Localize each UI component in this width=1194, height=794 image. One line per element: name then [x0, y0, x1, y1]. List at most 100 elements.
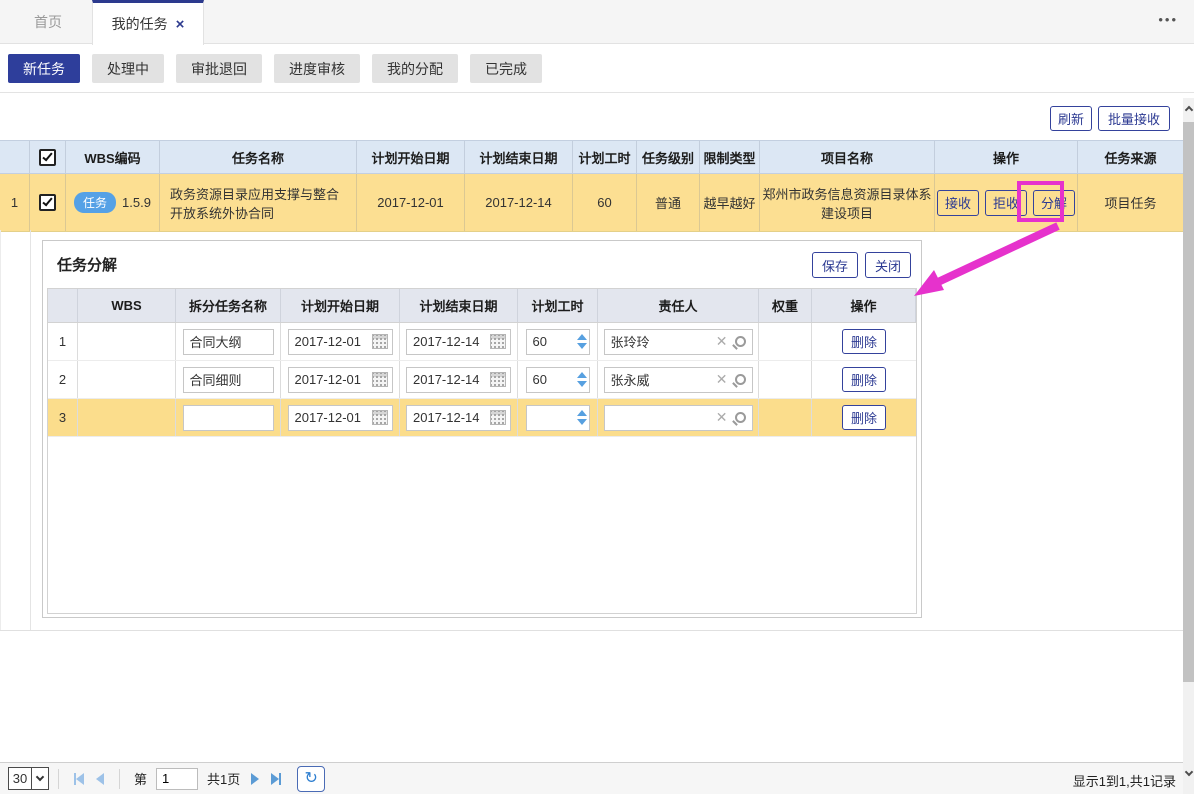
project-name-cell: 郑州市政务信息资源目录体系建设项目: [760, 174, 935, 231]
clear-icon[interactable]: ✕: [716, 371, 728, 388]
row-number: 1: [0, 174, 30, 231]
clear-icon[interactable]: ✕: [716, 333, 728, 350]
split-name-input[interactable]: [183, 329, 274, 355]
sub-row-number: 1: [48, 323, 78, 360]
chevron-down-icon: [31, 768, 48, 789]
more-menu-icon[interactable]: •••: [1158, 12, 1178, 27]
weight-cell: [759, 399, 812, 436]
delete-button[interactable]: 删除: [842, 405, 886, 430]
sub-row-number: 2: [48, 361, 78, 398]
header-plan-end: 计划结束日期: [465, 141, 573, 173]
decompose-table-header: WBS 拆分任务名称 计划开始日期 计划结束日期 计划工时 责任人 权重 操作: [48, 289, 916, 323]
sub-wbs-cell: [78, 323, 176, 360]
weight-cell: [759, 323, 812, 360]
header-project-name: 项目名称: [760, 141, 935, 173]
next-page-button[interactable]: [251, 773, 259, 785]
end-date-input[interactable]: 2017-12-14: [406, 367, 511, 393]
constraint-type-cell: 越早越好: [700, 174, 760, 231]
end-date-input[interactable]: 2017-12-14: [406, 405, 511, 431]
split-name-input[interactable]: [183, 367, 274, 393]
header-row-number: [0, 141, 30, 173]
save-button[interactable]: 保存: [812, 252, 858, 278]
calendar-icon[interactable]: [372, 334, 388, 349]
tab-my-tasks[interactable]: 我的任务 ×: [92, 0, 204, 45]
start-date-input[interactable]: 2017-12-01: [288, 367, 393, 393]
end-date-input[interactable]: 2017-12-14: [406, 329, 511, 355]
page-number-input[interactable]: [156, 768, 198, 790]
page-size-select[interactable]: 30: [8, 767, 49, 790]
filter-processing[interactable]: 处理中: [92, 54, 164, 83]
search-icon[interactable]: [735, 336, 746, 347]
filter-bar: 新任务 处理中 审批退回 进度审核 我的分配 已完成: [0, 45, 1194, 93]
hours-stepper[interactable]: [526, 405, 590, 431]
spin-down-icon[interactable]: [577, 381, 587, 387]
wbs-code: 1.5.9: [122, 195, 151, 210]
spin-up-icon[interactable]: [577, 372, 587, 378]
split-name-input[interactable]: [183, 405, 274, 431]
owner-input[interactable]: 张永威 ✕: [604, 367, 753, 393]
hours-stepper[interactable]: 60: [526, 367, 590, 393]
panel-title: 任务分解: [57, 254, 117, 275]
refresh-button[interactable]: 刷新: [1050, 106, 1092, 131]
owner-input[interactable]: 张玲玲 ✕: [604, 329, 753, 355]
start-date-input[interactable]: 2017-12-01: [288, 405, 393, 431]
scroll-down-icon[interactable]: [1184, 768, 1193, 780]
spin-up-icon[interactable]: [577, 334, 587, 340]
page-size-value: 30: [9, 771, 31, 786]
receive-button[interactable]: 接收: [937, 190, 979, 216]
header-checkbox-cell: [30, 141, 66, 173]
decompose-row-new: 3 2017-12-01 2017-12-14: [48, 399, 916, 437]
end-date-value: 2017-12-14: [413, 410, 480, 425]
first-page-button[interactable]: [74, 773, 84, 785]
calendar-icon[interactable]: [372, 372, 388, 387]
owner-value: 张玲玲: [611, 332, 709, 351]
tab-home[interactable]: 首页: [22, 0, 74, 44]
calendar-icon[interactable]: [490, 410, 506, 425]
spin-up-icon[interactable]: [577, 410, 587, 416]
delete-button[interactable]: 删除: [842, 329, 886, 354]
calendar-icon[interactable]: [490, 334, 506, 349]
reject-button[interactable]: 拒收: [985, 190, 1027, 216]
hours-value: 60: [527, 334, 575, 349]
delete-button[interactable]: 删除: [842, 367, 886, 392]
decompose-row: 2 2017-12-01 2017-12-14 60: [48, 361, 916, 399]
filter-approval-returned[interactable]: 审批退回: [176, 54, 262, 83]
last-page-button[interactable]: [271, 773, 281, 785]
calendar-icon[interactable]: [372, 410, 388, 425]
previous-page-button[interactable]: [96, 773, 104, 785]
row-checkbox[interactable]: [39, 194, 56, 211]
plan-hours-cell: 60: [573, 174, 637, 231]
calendar-icon[interactable]: [490, 372, 506, 387]
sub-wbs-cell: [78, 361, 176, 398]
sub-header-split-name: 拆分任务名称: [176, 289, 281, 322]
header-wbs: WBS编码: [66, 141, 160, 173]
start-date-input[interactable]: 2017-12-01: [288, 329, 393, 355]
spin-down-icon[interactable]: [577, 343, 587, 349]
select-all-checkbox[interactable]: [39, 149, 56, 166]
annotation-arrow: [898, 220, 1078, 310]
filter-progress-review[interactable]: 进度审核: [274, 54, 360, 83]
search-icon[interactable]: [735, 374, 746, 385]
detail-row-column-divider: [30, 230, 31, 630]
start-date-value: 2017-12-01: [295, 372, 362, 387]
batch-receive-button[interactable]: 批量接收: [1098, 106, 1170, 131]
hours-stepper[interactable]: 60: [526, 329, 590, 355]
header-task-source: 任务来源: [1078, 141, 1183, 173]
spin-down-icon[interactable]: [577, 419, 587, 425]
search-icon[interactable]: [735, 412, 746, 423]
owner-input[interactable]: ✕: [604, 405, 753, 431]
task-name-cell: 政务资源目录应用支撑与整合开放系统外协合同: [160, 174, 357, 231]
close-button[interactable]: 关闭: [865, 252, 911, 278]
close-icon[interactable]: ×: [176, 16, 185, 33]
scrollbar-thumb[interactable]: [1183, 122, 1194, 682]
filter-new-task[interactable]: 新任务: [8, 54, 80, 83]
clear-icon[interactable]: ✕: [716, 409, 728, 426]
reload-icon[interactable]: ↻: [297, 766, 325, 792]
scroll-up-icon[interactable]: [1184, 104, 1193, 116]
task-source-cell: 项目任务: [1078, 174, 1183, 231]
tab-my-tasks-label: 我的任务: [112, 14, 168, 34]
filter-my-assignment[interactable]: 我的分配: [372, 54, 458, 83]
decompose-button[interactable]: 分解: [1033, 190, 1075, 216]
filter-completed[interactable]: 已完成: [470, 54, 542, 83]
sub-header-operations: 操作: [812, 289, 916, 322]
